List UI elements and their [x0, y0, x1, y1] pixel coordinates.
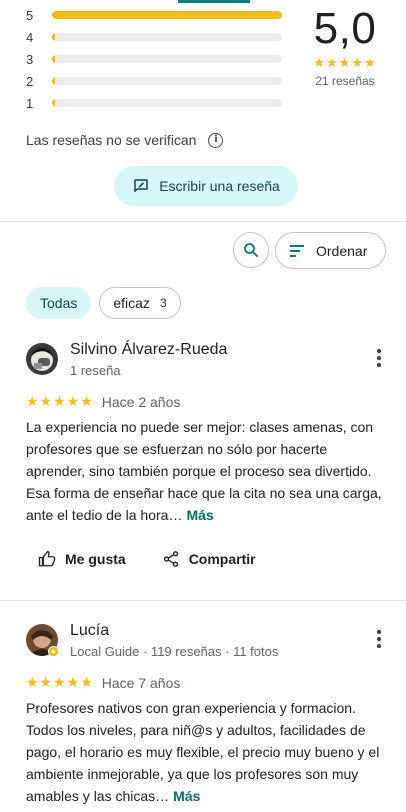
histogram-fill	[52, 33, 55, 41]
like-label: Me gusta	[65, 551, 126, 567]
histogram-bar	[52, 33, 282, 41]
histogram-fill	[52, 99, 55, 107]
search-icon	[244, 243, 258, 257]
histogram-label: 2	[26, 73, 34, 89]
edit-review-icon	[134, 179, 148, 192]
review-body: Profesores nativos con gran experiencia …	[26, 700, 380, 804]
histogram-row-3: 3	[26, 48, 282, 70]
histogram-label: 4	[26, 29, 34, 45]
histogram-label: 3	[26, 51, 34, 67]
more-options-icon[interactable]	[376, 349, 382, 367]
chip-count: 3	[159, 296, 167, 310]
reviewer-name[interactable]: Silvino Álvarez-Rueda	[70, 341, 227, 359]
histogram-row-1: 1	[26, 92, 282, 114]
more-options-icon[interactable]	[376, 630, 382, 648]
review-stars: ★★★★★	[26, 674, 94, 690]
histogram-fill	[52, 55, 55, 63]
histogram-row-2: 2	[26, 70, 282, 92]
local-guide-badge-icon	[48, 646, 59, 657]
histogram-row-5: 5	[26, 4, 282, 26]
review-text: La experiencia no puede ser mejor: clase…	[26, 416, 386, 526]
histogram-bar	[52, 55, 282, 63]
histogram-bar	[52, 99, 282, 107]
histogram-label: 5	[26, 7, 34, 23]
active-tab-indicator	[178, 0, 250, 3]
review-time: Hace 2 años	[101, 393, 181, 410]
chip-label: Todas	[40, 295, 78, 311]
avatar[interactable]	[26, 343, 58, 375]
search-reviews-button[interactable]	[233, 232, 269, 268]
share-button[interactable]: Compartir	[162, 550, 256, 568]
reviewer-name[interactable]: Lucía	[70, 622, 109, 640]
histogram-bar	[52, 11, 282, 19]
sort-icon	[290, 244, 304, 257]
histogram-fill	[52, 11, 282, 19]
review-time: Hace 7 años	[101, 674, 181, 691]
histogram-fill	[52, 77, 55, 85]
rating-histogram: 5 4 3 2 1	[26, 4, 282, 114]
reviewer-stats: 1 reseña	[70, 363, 121, 378]
histogram-row-4: 4	[26, 26, 282, 48]
chip-eficaz[interactable]: eficaz 3	[99, 287, 181, 319]
review-count[interactable]: 21 reseñas	[300, 74, 390, 88]
average-stars: ★★★★★	[313, 55, 377, 70]
section-divider	[0, 221, 406, 222]
histogram-label: 1	[26, 95, 34, 111]
share-label: Compartir	[188, 551, 256, 567]
sort-label: Ordenar	[316, 242, 368, 259]
reviewer-stats: Local Guide · 119 reseñas · 11 fotos	[70, 644, 279, 659]
review-card: Silvino Álvarez-Rueda 1 reseña ★★★★★ Hac…	[26, 341, 386, 568]
more-link[interactable]: Más	[186, 507, 213, 523]
like-button[interactable]: Me gusta	[38, 550, 126, 568]
chip-label: eficaz	[113, 295, 150, 311]
write-review-label: Escribir una reseña	[159, 178, 280, 194]
share-icon	[163, 551, 178, 567]
filter-chips: Todas eficaz 3	[26, 287, 181, 319]
write-review-button[interactable]: Escribir una reseña	[114, 166, 298, 206]
thumbs-up-icon	[38, 550, 56, 567]
review-card: Lucía Local Guide · 119 reseñas · 11 fot…	[26, 622, 386, 807]
chip-all[interactable]: Todas	[26, 287, 92, 319]
rating-summary: 5,0 ★★★★★ 21 reseñas	[300, 4, 390, 89]
info-icon[interactable]: i	[208, 132, 224, 148]
histogram-bar	[52, 77, 282, 85]
unverified-notice: Las reseñas no se verifican i	[26, 132, 224, 148]
review-stars: ★★★★★	[26, 393, 94, 409]
more-link[interactable]: Más	[173, 788, 200, 804]
sort-button[interactable]: Ordenar	[275, 232, 386, 269]
average-score: 5,0	[313, 4, 377, 53]
notice-text: Las reseñas no se verifican	[26, 132, 197, 148]
review-text: Profesores nativos con gran experiencia …	[26, 697, 386, 807]
review-divider	[0, 600, 406, 601]
